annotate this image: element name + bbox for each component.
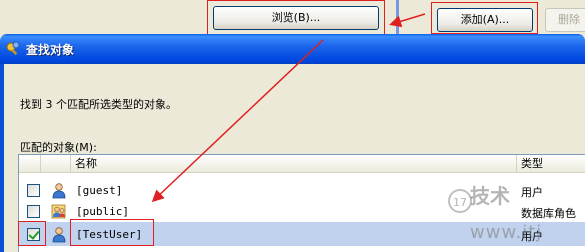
svg-text:17: 17 — [453, 196, 467, 209]
row-name: [guest] — [76, 184, 123, 197]
add-highlight-box — [431, 2, 538, 34]
row-type: 用户 — [521, 186, 543, 199]
find-objects-icon — [6, 41, 20, 56]
row-checkbox[interactable] — [27, 184, 40, 197]
column-header-name[interactable]: 名称 — [71, 155, 517, 172]
row-checkbox[interactable] — [27, 205, 40, 218]
list-header: 名称 类型 — [19, 155, 585, 173]
dialog-titlebar[interactable]: 查找对象 — [0, 34, 585, 64]
column-header-check[interactable] — [19, 155, 41, 172]
watermark-logo-icon: 17 — [448, 189, 472, 213]
column-header-type[interactable]: 类型 — [517, 155, 585, 172]
user-icon — [52, 183, 66, 199]
watermark-url: www.itj — [470, 222, 543, 243]
column-header-icon[interactable] — [41, 155, 71, 172]
watermark-brand: 技术 — [470, 184, 510, 208]
checkbox-highlight-box — [18, 221, 46, 246]
matches-label: 匹配的对象(M): — [20, 141, 97, 154]
browse-highlight-box — [207, 0, 385, 36]
testuser-highlight-box — [70, 219, 154, 246]
row-name: [public] — [76, 205, 129, 218]
row-type: 数据库角色 — [521, 207, 576, 220]
delete-button[interactable]: 删除 — [545, 8, 585, 32]
user-icon — [52, 227, 66, 243]
dialog-left-frame — [0, 64, 4, 252]
found-count-text: 找到 3 个匹配所选类型的对象。 — [20, 98, 177, 111]
dialog-title: 查找对象 — [26, 43, 75, 57]
role-icon — [51, 204, 66, 219]
